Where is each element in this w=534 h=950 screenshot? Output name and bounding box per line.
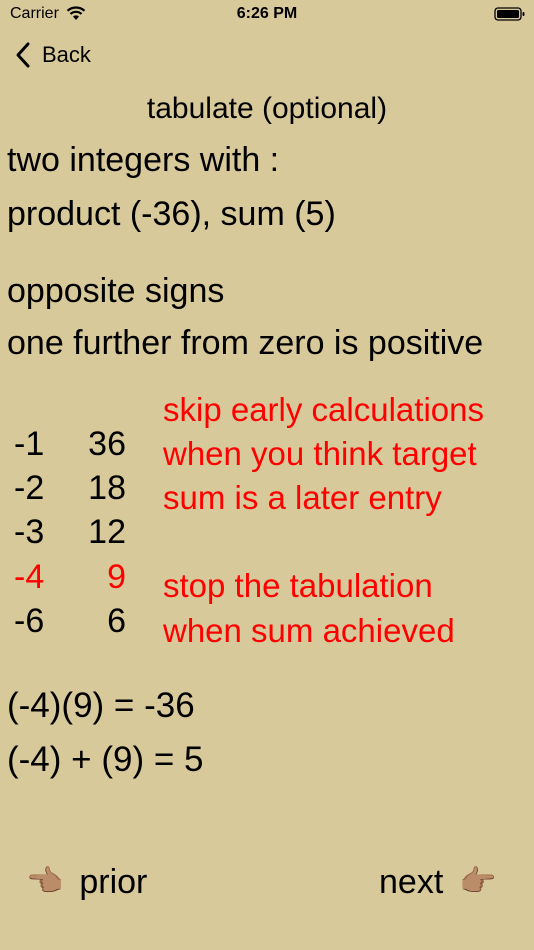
table-cell-a: -3 xyxy=(14,513,45,551)
table-cell-b: 9 xyxy=(107,558,126,596)
table-row: -1 36 xyxy=(14,425,126,464)
back-button[interactable]: Back xyxy=(14,38,91,72)
hand-pointing-left-icon: 👈🏽 xyxy=(26,865,64,898)
status-bar: Carrier 6:26 PM xyxy=(0,0,534,30)
observation-line-1: opposite signs xyxy=(7,272,225,310)
hint-line-4: stop the tabulation xyxy=(163,567,433,604)
page-title: tabulate (optional) xyxy=(146,92,388,125)
next-button[interactable]: next 👉🏽 xyxy=(379,860,497,904)
battery-icon xyxy=(494,7,525,21)
table-row: -2 18 xyxy=(14,469,126,508)
hint-line-2: when you think target xyxy=(163,435,477,472)
table-cell-b: 6 xyxy=(107,602,126,640)
prior-label: prior xyxy=(79,862,148,901)
table-row: -6 6 xyxy=(14,602,126,641)
hand-pointing-right-icon: 👉🏽 xyxy=(459,865,497,898)
problem-line-2: product (-36), sum (5) xyxy=(7,195,336,233)
clock: 6:26 PM xyxy=(236,5,298,22)
table-row: -3 12 xyxy=(14,513,126,552)
table-cell-b: 18 xyxy=(88,469,126,507)
problem-line-1: two integers with : xyxy=(7,141,280,179)
table-cell-b: 12 xyxy=(88,513,126,551)
hint-line-1: skip early calculations xyxy=(163,391,484,428)
table-cell-b: 36 xyxy=(88,425,126,463)
hint-line-5: when sum achieved xyxy=(163,612,455,649)
next-label: next xyxy=(379,862,444,901)
table-cell-a: -4 xyxy=(14,558,45,596)
table-cell-a: -2 xyxy=(14,469,45,507)
result-product: (-4)(9) = -36 xyxy=(7,686,195,725)
table-cell-a: -6 xyxy=(14,602,45,640)
prior-button[interactable]: 👈🏽 prior xyxy=(26,860,147,904)
chevron-left-icon xyxy=(16,42,30,68)
table-cell-a: -1 xyxy=(14,425,45,463)
back-label: Back xyxy=(42,42,91,67)
hint-line-3: sum is a later entry xyxy=(163,479,442,516)
table-row-highlight: -4 9 xyxy=(14,558,126,597)
result-sum: (-4) + (9) = 5 xyxy=(7,740,204,779)
observation-line-2: one further from zero is positive xyxy=(7,324,484,362)
